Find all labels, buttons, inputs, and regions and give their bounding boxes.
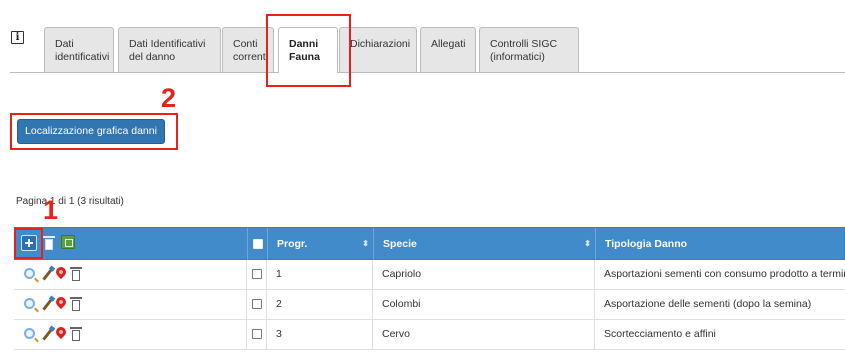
view-icon[interactable] bbox=[24, 298, 35, 309]
tab-label: Allegati bbox=[431, 38, 466, 50]
sort-icon[interactable]: ⬍ bbox=[362, 228, 369, 260]
table-row: 3 Cervo Scortecciamento e affini bbox=[14, 320, 845, 350]
tab-dati-identificativi[interactable]: Dati identificativi bbox=[44, 27, 114, 72]
cell-specie: Capriolo bbox=[372, 260, 594, 289]
annotation-box-tab bbox=[266, 14, 351, 87]
table-row: 2 Colombi Asportazione delle sementi (do… bbox=[14, 290, 845, 320]
trash-icon[interactable] bbox=[70, 327, 82, 341]
header-actions bbox=[15, 228, 247, 260]
annotation-number-2: 2 bbox=[161, 83, 177, 113]
header-label: Progr. bbox=[277, 238, 308, 250]
row-select bbox=[246, 290, 266, 319]
row-actions bbox=[14, 320, 246, 349]
cell-tipologia: Scortecciamento e affini bbox=[594, 320, 845, 349]
trash-icon[interactable] bbox=[43, 236, 55, 250]
table-header: Progr. ⬍ Specie ⬍ Tipologia Danno bbox=[14, 227, 845, 260]
sort-icon[interactable]: ⬍ bbox=[584, 228, 591, 260]
danni-table: Progr. ⬍ Specie ⬍ Tipologia Danno 1 Capr… bbox=[14, 227, 845, 350]
tab-label: identificativi bbox=[55, 51, 110, 63]
tab-label: Dati bbox=[55, 38, 74, 50]
view-icon[interactable] bbox=[24, 268, 35, 279]
select-all-checkbox[interactable] bbox=[253, 239, 263, 249]
pagination-info: Pagina 1 di 1 (3 risultati) bbox=[16, 196, 124, 207]
map-pin-icon[interactable] bbox=[53, 324, 69, 340]
row-checkbox[interactable] bbox=[252, 299, 262, 309]
localizzazione-grafica-danni-button[interactable]: Localizzazione grafica danni bbox=[17, 119, 165, 144]
header-label: Specie bbox=[383, 238, 417, 250]
annotation-box-add bbox=[14, 228, 43, 259]
tab-label: Dichiarazioni bbox=[350, 38, 411, 50]
edit-icon[interactable] bbox=[42, 268, 53, 281]
row-select bbox=[246, 320, 266, 349]
tab-label: Dati Identificativi bbox=[129, 38, 206, 50]
row-actions bbox=[14, 260, 246, 289]
cell-progr: 2 bbox=[266, 290, 372, 319]
header-progr[interactable]: Progr. ⬍ bbox=[267, 228, 373, 260]
row-select bbox=[246, 260, 266, 289]
header-specie[interactable]: Specie ⬍ bbox=[373, 228, 595, 260]
table-row: 1 Capriolo Asportazioni sementi con cons… bbox=[14, 260, 845, 290]
tab-label: del danno bbox=[129, 51, 176, 63]
header-label: Tipologia Danno bbox=[605, 238, 688, 250]
tab-baseline bbox=[10, 72, 845, 73]
cell-progr: 3 bbox=[266, 320, 372, 349]
row-checkbox[interactable] bbox=[252, 329, 262, 339]
cell-progr: 1 bbox=[266, 260, 372, 289]
view-icon[interactable] bbox=[24, 328, 35, 339]
excel-export-icon[interactable] bbox=[61, 235, 75, 249]
map-pin-icon[interactable] bbox=[53, 264, 69, 280]
tab-controlli-sigc[interactable]: Controlli SIGC (informatici) bbox=[479, 27, 579, 72]
row-checkbox[interactable] bbox=[252, 269, 262, 279]
edit-icon[interactable] bbox=[42, 328, 53, 341]
cell-tipologia: Asportazione delle sementi (dopo la semi… bbox=[594, 290, 845, 319]
tab-bar: Dati identificativi Dati Identificativi … bbox=[10, 27, 845, 73]
edit-icon[interactable] bbox=[42, 298, 53, 311]
trash-icon[interactable] bbox=[70, 297, 82, 311]
header-select-all bbox=[247, 228, 267, 260]
cell-tipologia: Asportazioni sementi con consumo prodott… bbox=[594, 260, 845, 289]
tab-label: (informatici) bbox=[490, 51, 545, 63]
header-tipologia-danno[interactable]: Tipologia Danno bbox=[595, 228, 845, 260]
tab-label: Controlli SIGC bbox=[490, 38, 558, 50]
cell-specie: Cervo bbox=[372, 320, 594, 349]
tab-dati-identificativi-danno[interactable]: Dati Identificativi del danno bbox=[118, 27, 221, 72]
row-actions bbox=[14, 290, 246, 319]
map-pin-icon[interactable] bbox=[53, 294, 69, 310]
tab-allegati[interactable]: Allegati bbox=[420, 27, 476, 72]
annotation-number-1: 1 bbox=[43, 195, 59, 225]
cell-specie: Colombi bbox=[372, 290, 594, 319]
trash-icon[interactable] bbox=[70, 267, 82, 281]
